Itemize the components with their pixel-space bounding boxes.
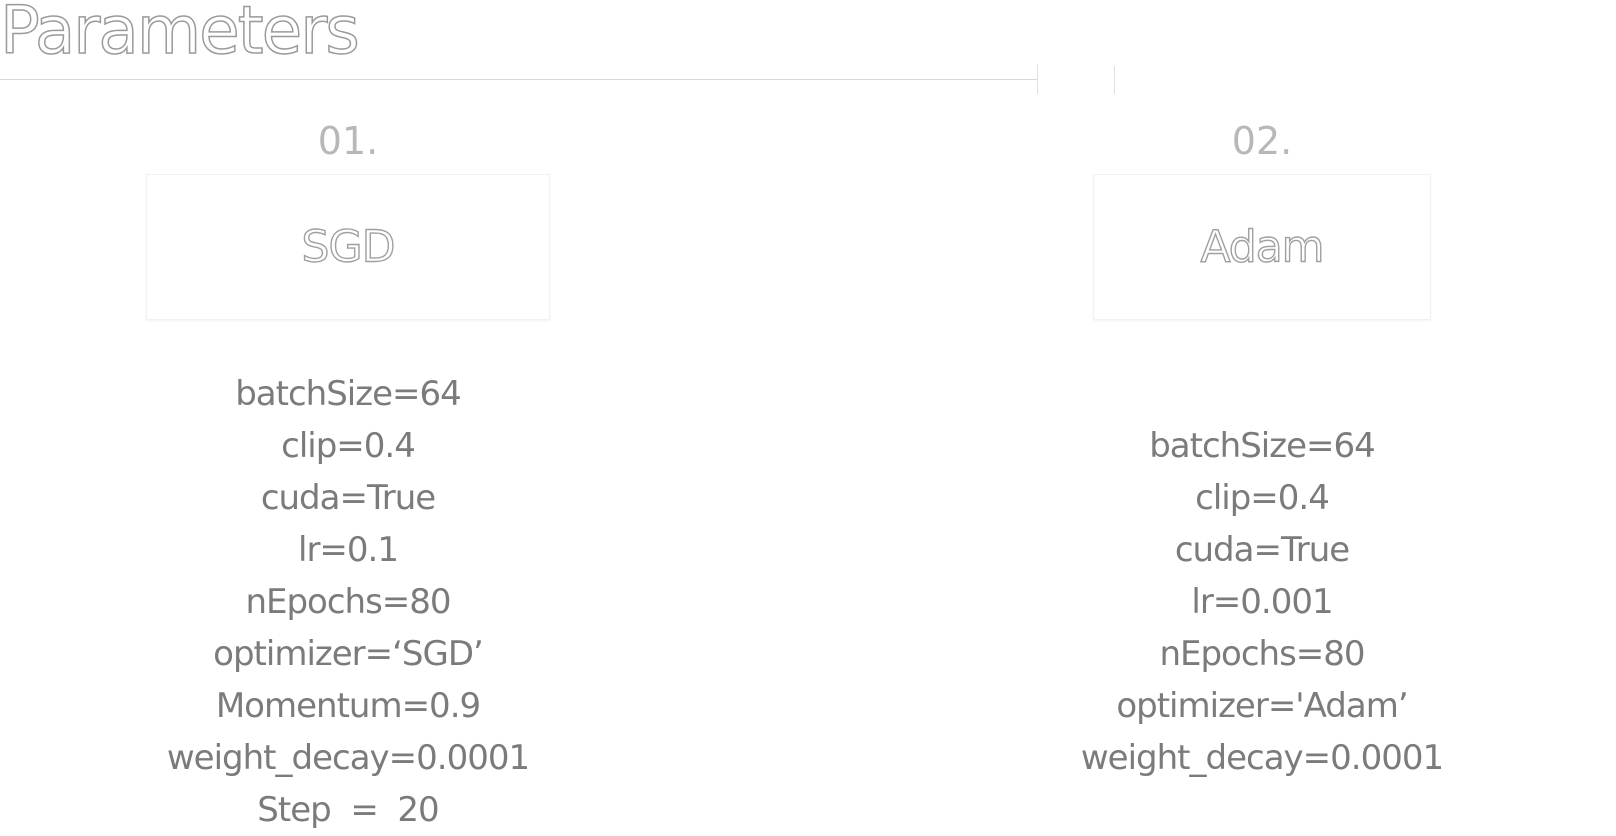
param-optimizer: optimizer=‘SGD’ (213, 634, 484, 674)
column-number: 02. (1231, 119, 1293, 163)
param-batch-size: batchSize=64 (1149, 426, 1376, 466)
param-weight-decay: weight_decay=0.0001 (166, 738, 530, 778)
param-n-epochs: nEpochs=80 (245, 582, 451, 622)
optimizer-name: Adam (1200, 221, 1325, 273)
optimizer-name: SGD (301, 221, 396, 273)
optimizer-card-adam: Adam (1093, 174, 1431, 320)
param-lr: lr=0.1 (298, 530, 399, 570)
page-title: Parameters (0, 0, 361, 70)
divider-tick-left (1037, 64, 1038, 94)
optimizer-card-sgd: SGD (146, 174, 550, 320)
param-optimizer: optimizer='Adam’ (1116, 686, 1408, 726)
param-weight-decay: weight_decay=0.0001 (1080, 738, 1444, 778)
parameter-list: batchSize=64 clip=0.4 cuda=True lr=0.1 n… (106, 368, 590, 836)
divider-tick-right (1114, 66, 1115, 94)
param-momentum: Momentum=0.9 (215, 686, 481, 726)
param-n-epochs: nEpochs=80 (1159, 634, 1365, 674)
param-lr: lr=0.001 (1191, 582, 1333, 622)
param-clip: clip=0.4 (281, 426, 416, 466)
column-number: 01. (317, 119, 379, 163)
parameter-list: batchSize=64 clip=0.4 cuda=True lr=0.001… (1053, 420, 1471, 784)
param-cuda: cuda=True (260, 478, 436, 518)
param-step: Step = 20 (257, 790, 439, 830)
param-batch-size: batchSize=64 (235, 374, 462, 414)
param-cuda: cuda=True (1174, 530, 1350, 570)
param-clip: clip=0.4 (1195, 478, 1330, 518)
title-divider (0, 79, 1038, 80)
